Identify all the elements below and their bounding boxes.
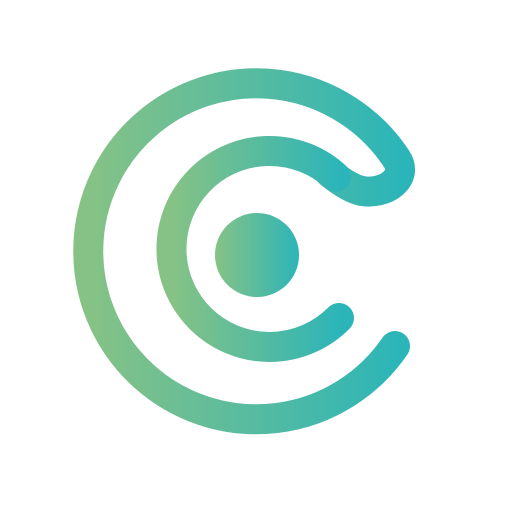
center-dot <box>215 213 299 297</box>
logo <box>0 0 512 512</box>
concentric-c-logo-icon <box>73 68 415 435</box>
